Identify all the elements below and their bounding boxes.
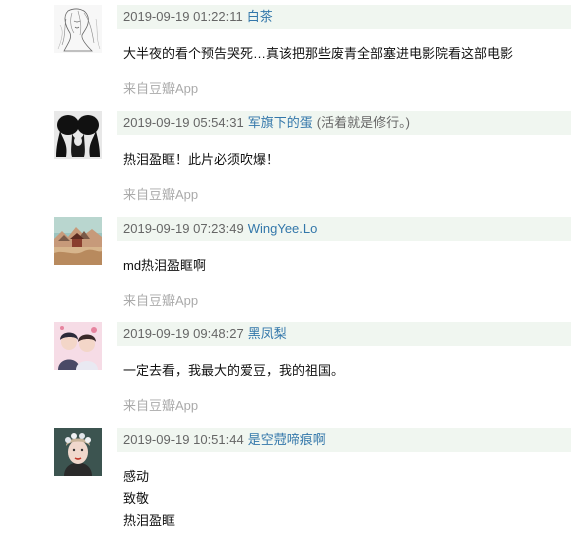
pink-couple-icon: [54, 322, 102, 370]
comment-content: 大半夜的看个预告哭死…真该把那些废青全部塞进电影院看这部电影: [123, 43, 513, 65]
comment-content: 热泪盈眶！此片必须吹爆！: [123, 149, 279, 171]
comment-time: 2019-09-19 01:22:11: [123, 9, 243, 24]
comment-username[interactable]: 军旗下的蛋: [248, 115, 313, 130]
comment-text-line: 热泪盈眶！此片必须吹爆！: [123, 152, 280, 167]
comment-meta-bar: 2019-09-19 09:48:27 黑凤梨: [117, 322, 571, 346]
comment-username[interactable]: 白茶: [247, 9, 273, 24]
black-white-figure-icon: [54, 111, 102, 159]
comment-content: 一定去看，我最大的爱豆，我的祖国。: [123, 360, 344, 382]
comment-username[interactable]: 黑凤梨: [248, 326, 287, 341]
comment-text-line: 感动: [123, 469, 150, 484]
comment-text-line: 致敬: [123, 491, 150, 506]
comment-time: 2019-09-19 10:51:44: [123, 432, 244, 447]
comment-time: 2019-09-19 09:48:27: [123, 326, 244, 341]
comment-source-link[interactable]: 来自豆瓣App: [123, 185, 198, 205]
comment-text-line: 热泪盈眶: [123, 513, 176, 528]
comment-source-link[interactable]: 来自豆瓣App: [123, 79, 198, 99]
comment-source-link[interactable]: 来自豆瓣App: [123, 291, 198, 311]
comment-meta-bar: 2019-09-19 10:51:44 是空蒄啼痕啊: [117, 428, 571, 452]
flower-crown-portrait-avatar[interactable]: [54, 428, 102, 476]
user-signature: (活着就是修行。): [316, 115, 410, 130]
comment-source-link[interactable]: 来自豆瓣App: [123, 396, 198, 416]
comment-username[interactable]: 是空蒄啼痕啊: [248, 432, 326, 447]
comment-text-line: md热泪盈眶啊: [123, 258, 207, 273]
comment-content: md热泪盈眶啊: [123, 255, 206, 277]
comment-time: 2019-09-19 05:54:31: [123, 115, 244, 130]
sketch-portrait-avatar[interactable]: [54, 5, 102, 53]
comment-text-line: 一定去看，我最大的爱豆，我的祖国。: [123, 363, 345, 378]
comment-text-line: 大半夜的看个预告哭死…真该把那些废青全部塞进电影院看这部电影: [123, 46, 514, 61]
landscape-illustration-avatar[interactable]: [54, 217, 102, 265]
flower-crown-portrait-icon: [54, 428, 102, 476]
pink-couple-avatar[interactable]: [54, 322, 102, 370]
comment-username[interactable]: WingYee.Lo: [248, 221, 318, 236]
comment-meta-bar: 2019-09-19 05:54:31 军旗下的蛋 (活着就是修行。): [117, 111, 571, 135]
black-white-figure-avatar[interactable]: [54, 111, 102, 159]
comment-time: 2019-09-19 07:23:49: [123, 221, 244, 236]
sketch-portrait-icon: [54, 5, 102, 53]
landscape-illustration-icon: [54, 217, 102, 265]
comment-content: 感动 致敬 热泪盈眶: [123, 466, 175, 532]
comment-meta-bar: 2019-09-19 01:22:11 白茶: [117, 5, 571, 29]
comment-meta-bar: 2019-09-19 07:23:49 WingYee.Lo: [117, 217, 571, 241]
